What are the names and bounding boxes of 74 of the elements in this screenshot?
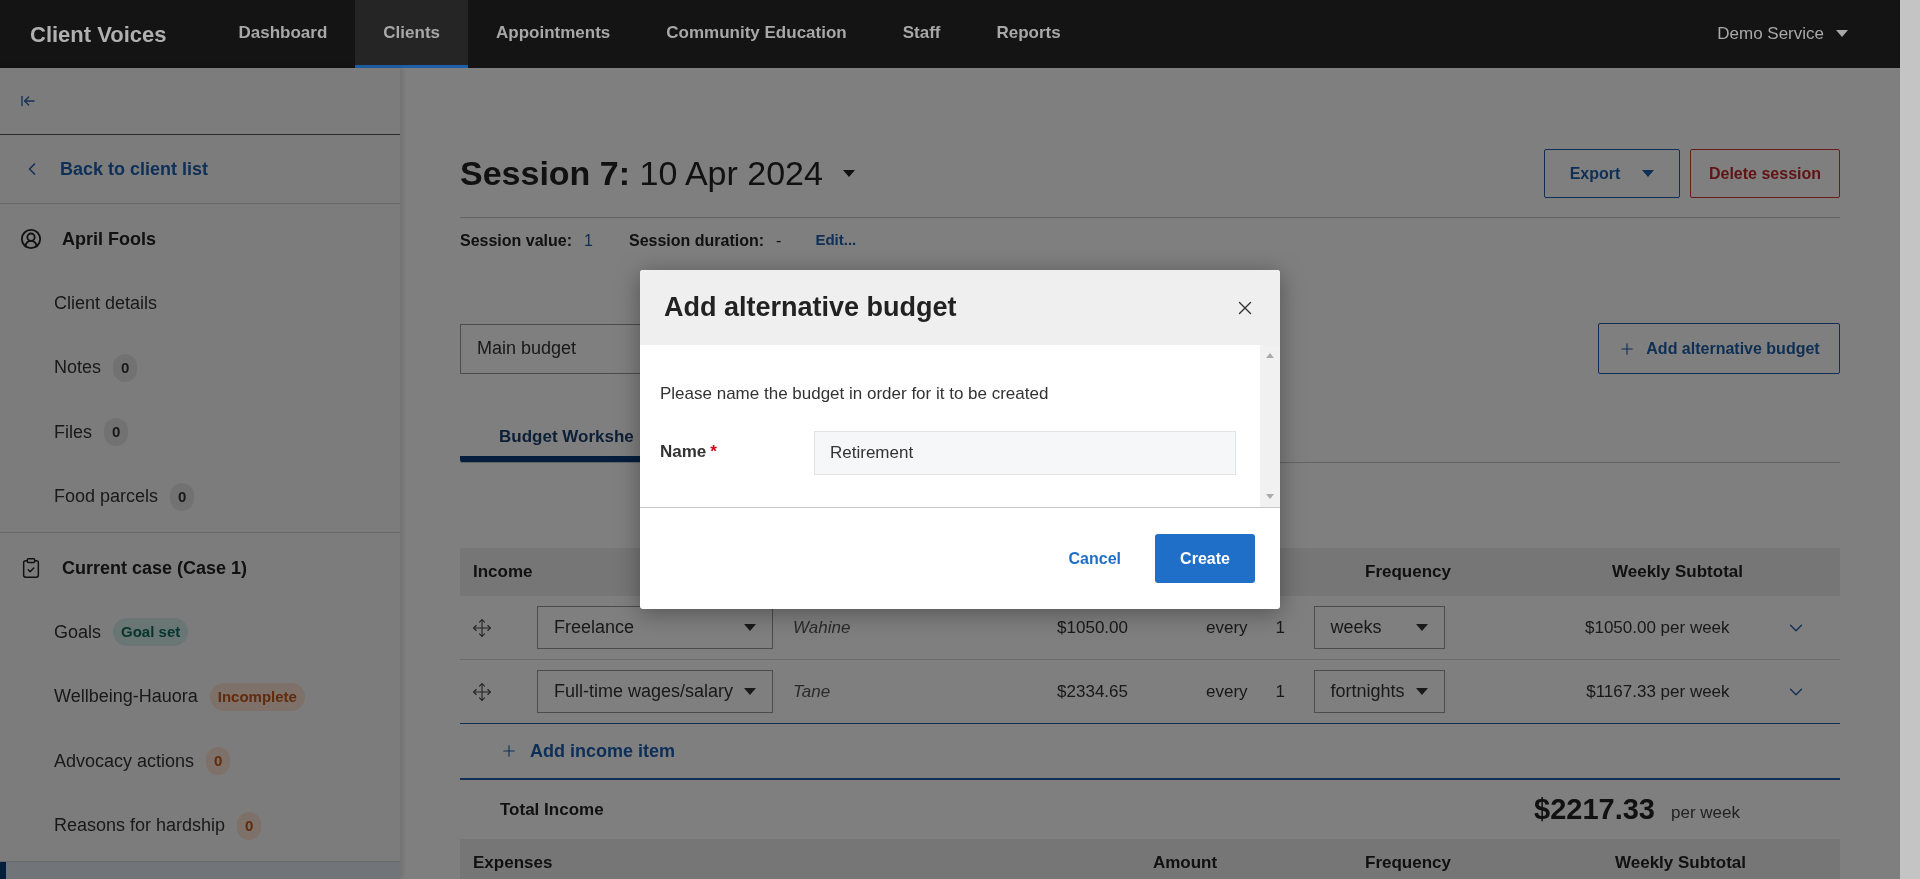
- create-button[interactable]: Create: [1155, 534, 1255, 583]
- count-badge: 0: [170, 482, 195, 511]
- account-menu[interactable]: Demo Service: [1717, 21, 1880, 47]
- delete-session-button[interactable]: Delete session: [1690, 149, 1840, 198]
- scroll-up-arrow-icon[interactable]: [1266, 353, 1274, 358]
- brand-logo[interactable]: Client Voices: [0, 17, 197, 51]
- caret-icon: [1415, 687, 1428, 696]
- nav-tab[interactable]: Clients: [355, 0, 468, 68]
- count-badge: 0: [113, 353, 138, 382]
- plus-icon: [500, 742, 518, 760]
- edit-link[interactable]: Edit...: [815, 229, 857, 252]
- user-icon: [20, 228, 42, 250]
- total-income-amount: $2217.33: [1534, 791, 1655, 827]
- every-label: every: [1206, 680, 1248, 703]
- count-badge: Goal set: [113, 618, 189, 647]
- session-value-label: Session value:: [460, 230, 573, 251]
- add-alternative-budget-button[interactable]: Add alternative budget: [1598, 323, 1840, 374]
- person-name: Wahine: [793, 616, 852, 639]
- scroll-down-arrow-icon[interactable]: [1266, 494, 1274, 499]
- sidebar-section-title: Current case (Case 1): [62, 556, 248, 580]
- count-cell-text: 1: [1275, 680, 1287, 703]
- count-badge: Incomplete: [209, 682, 305, 711]
- caret-icon: [1642, 169, 1655, 178]
- caret-icon: [744, 623, 756, 632]
- sidebar-item[interactable]: Files 0: [0, 400, 400, 465]
- count-badge: 0: [206, 747, 231, 776]
- back-link[interactable]: Back to client list: [60, 155, 209, 183]
- name-input-field[interactable]: Retirement: [814, 430, 1236, 475]
- dropdown-select[interactable]: Freelance: [537, 606, 773, 649]
- collapse-sidebar-icon[interactable]: [20, 93, 36, 109]
- cancel-button[interactable]: Cancel: [1068, 546, 1121, 571]
- total-income-unit: per week: [1671, 801, 1740, 824]
- dropdown-select[interactable]: weeks: [1313, 606, 1445, 649]
- sidebar-item[interactable]: Food parcels 0: [0, 464, 400, 529]
- count-badge: 0: [104, 418, 129, 447]
- modal-message: Please name the budget in order for it to be created: [660, 383, 1050, 405]
- caret-icon: [744, 687, 756, 696]
- nav-tab[interactable]: Reports: [968, 0, 1089, 68]
- sidebar-item[interactable]: Client details: [0, 271, 400, 336]
- nav-tab[interactable]: Staff: [874, 0, 969, 68]
- nav-tab[interactable]: Appointments: [468, 0, 639, 68]
- nav-tab[interactable]: Community Education: [638, 0, 875, 68]
- add-income-item-link[interactable]: Add income item: [530, 737, 676, 765]
- drag-handle-icon[interactable]: [472, 617, 492, 638]
- dropdown-select[interactable]: fortnights: [1313, 670, 1445, 713]
- person-name: Tane: [793, 680, 832, 703]
- sidebar-item[interactable]: Reasons for hardship 0: [0, 793, 400, 858]
- drag-handle-icon[interactable]: [472, 681, 492, 702]
- table-header: Expenses Amount Frequency Weekly Subtotal: [460, 839, 1840, 879]
- total-income-label: Total Income: [499, 798, 605, 821]
- sidebar-item[interactable]: Notes 0: [0, 335, 400, 400]
- weekly-subtotal: $1167.33 per week: [1585, 680, 1730, 703]
- count-cell-text: 1: [1275, 616, 1287, 639]
- clipboard-icon: [20, 557, 42, 579]
- every-label: every: [1206, 616, 1248, 639]
- sidebar-section-title: April Fools: [62, 227, 156, 251]
- session-title: Session 7: 10 Apr 2024: [460, 153, 823, 194]
- session-value: 1: [584, 230, 593, 251]
- amount-cell-text: $1050.00: [1056, 616, 1128, 639]
- caret-icon: [1836, 30, 1848, 38]
- nav-tab[interactable]: Dashboard: [210, 0, 356, 68]
- session-caret-icon: [842, 169, 855, 178]
- weekly-subtotal: $1050.00 per week: [1583, 616, 1730, 639]
- sidebar-item[interactable]: Goals Goal set: [0, 600, 400, 665]
- count-badge: 0: [237, 811, 262, 840]
- session-duration: -: [776, 230, 782, 251]
- modal-title: Add alternative budget: [664, 291, 957, 325]
- sidebar-item[interactable]: Advocacy actions 0: [0, 729, 400, 794]
- caret-icon: [1415, 623, 1428, 632]
- export-button[interactable]: Export: [1544, 149, 1680, 198]
- amount-cell-text: $2334.65: [1056, 680, 1128, 703]
- session-duration-label: Session duration:: [628, 230, 765, 251]
- dropdown-select[interactable]: Full-time wages/salary: [537, 670, 773, 713]
- sidebar-item[interactable]: Wellbeing-Hauora Incomplete: [0, 664, 400, 729]
